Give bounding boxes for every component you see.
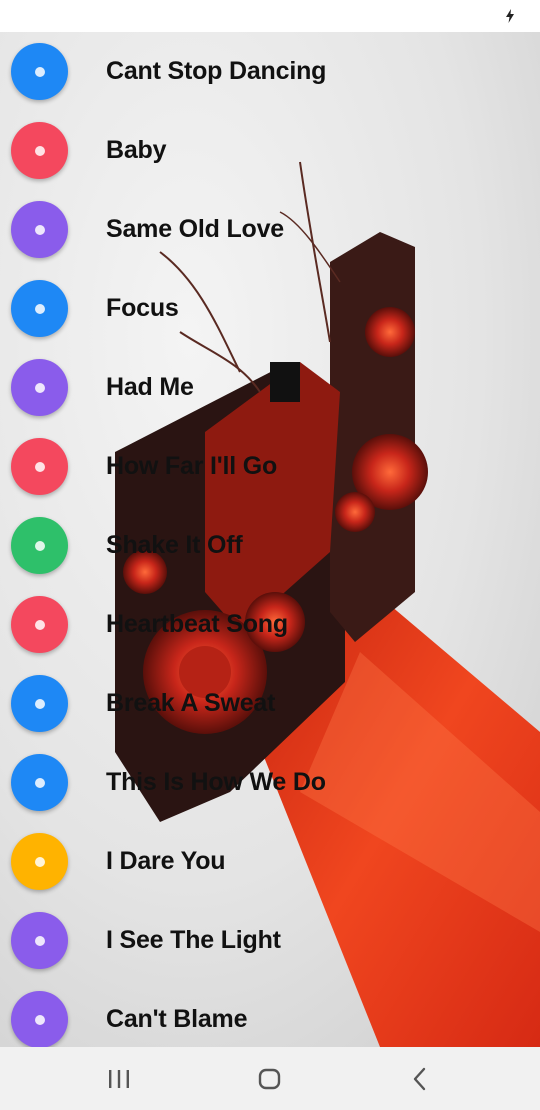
music-disc-icon: [11, 517, 68, 574]
music-disc-icon: [11, 201, 68, 258]
music-disc-icon: [11, 754, 68, 811]
song-item[interactable]: Can't Blame: [0, 980, 540, 1047]
music-disc-icon: [11, 991, 68, 1047]
music-app-screen: Cant Stop Dancing Baby Same Old Love Foc…: [0, 0, 540, 1110]
music-disc-icon: [11, 833, 68, 890]
music-disc-icon: [11, 438, 68, 495]
song-item[interactable]: Baby: [0, 111, 540, 190]
music-disc-icon: [11, 359, 68, 416]
home-icon[interactable]: [256, 1065, 284, 1093]
recent-apps-icon[interactable]: [105, 1065, 133, 1093]
music-disc-icon: [11, 596, 68, 653]
song-item[interactable]: I Dare You: [0, 822, 540, 901]
navigation-bar: [0, 1047, 540, 1110]
song-title: Heartbeat Song: [106, 610, 288, 638]
song-title: Shake It Off: [106, 531, 243, 559]
song-title: Had Me: [106, 373, 194, 401]
song-item[interactable]: Same Old Love: [0, 190, 540, 269]
song-title: Same Old Love: [106, 215, 285, 243]
song-title: Break A Sweat: [106, 689, 276, 717]
charging-bolt-icon: [506, 9, 514, 23]
song-list: Cant Stop Dancing Baby Same Old Love Foc…: [0, 32, 540, 1047]
song-item[interactable]: Focus: [0, 269, 540, 348]
song-title: Cant Stop Dancing: [106, 57, 327, 85]
song-title: I See The Light: [106, 926, 281, 954]
music-disc-icon: [11, 675, 68, 732]
song-item[interactable]: How Far I'll Go: [0, 427, 540, 506]
song-title: Focus: [106, 294, 179, 322]
song-item[interactable]: Cant Stop Dancing: [0, 32, 540, 111]
back-icon[interactable]: [406, 1065, 434, 1093]
music-disc-icon: [11, 122, 68, 179]
song-item[interactable]: Had Me: [0, 348, 540, 427]
music-disc-icon: [11, 912, 68, 969]
song-item[interactable]: I See The Light: [0, 901, 540, 980]
song-title: This Is How We Do: [106, 768, 326, 796]
status-bar: [0, 0, 540, 32]
song-item[interactable]: Break A Sweat: [0, 664, 540, 743]
song-title: Baby: [106, 136, 167, 164]
music-disc-icon: [11, 43, 68, 100]
music-disc-icon: [11, 280, 68, 337]
song-item[interactable]: This Is How We Do: [0, 743, 540, 822]
song-item[interactable]: Heartbeat Song: [0, 585, 540, 664]
song-title: How Far I'll Go: [106, 452, 278, 480]
song-title: I Dare You: [106, 847, 226, 875]
song-item[interactable]: Shake It Off: [0, 506, 540, 585]
song-title: Can't Blame: [106, 1005, 248, 1033]
